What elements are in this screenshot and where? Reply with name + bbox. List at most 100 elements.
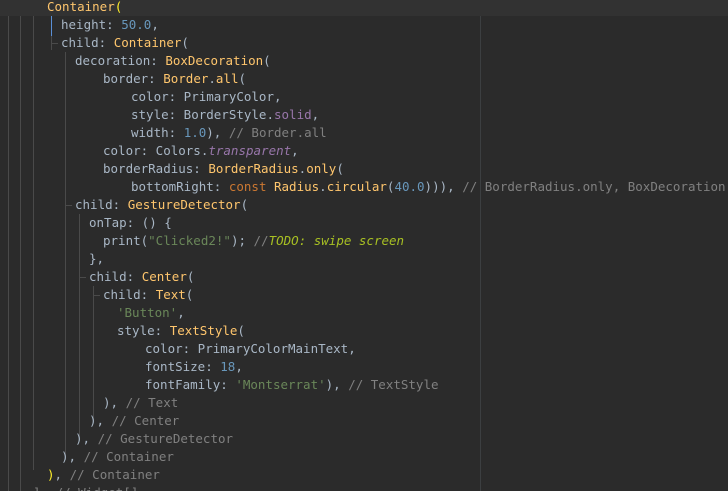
code-token: ( xyxy=(336,161,344,176)
code-line[interactable]: borderRadius: BorderRadius.only( xyxy=(0,160,728,178)
code-token: Text xyxy=(155,287,186,302)
code-token: TextStyle xyxy=(169,323,238,338)
code-line[interactable]: 'Button', xyxy=(0,304,728,322)
code-token: Center xyxy=(141,269,187,284)
code-token: child: xyxy=(89,269,142,284)
code-token: // Border.all xyxy=(228,125,327,140)
code-editor[interactable]: Container(height: 50.0, child: Container(… xyxy=(0,0,728,491)
code-token: Container xyxy=(47,0,115,14)
code-token: . xyxy=(319,179,327,194)
code-line[interactable]: print("Clicked2!"); //TODO: swipe screen xyxy=(0,232,728,250)
code-token: // Text xyxy=(125,395,179,410)
code-line[interactable]: height: 50.0, xyxy=(0,16,728,34)
code-token: ), xyxy=(103,395,126,410)
code-token: color: PrimaryColor, xyxy=(131,89,282,104)
code-token: // Container xyxy=(83,449,174,464)
code-token: ); xyxy=(230,233,254,248)
code-line[interactable]: child: Center( xyxy=(0,268,728,286)
code-token: // TextStyle xyxy=(348,377,439,392)
code-token: BoxDecoration xyxy=(165,53,264,68)
code-token: ], // Widget[] xyxy=(33,485,138,491)
code-line[interactable]: }, xyxy=(0,250,728,268)
code-line[interactable]: onTap: () { xyxy=(0,214,728,232)
code-token: 'Button' xyxy=(117,305,178,320)
code-line[interactable]: fontFamily: 'Montserrat'), // TextStyle xyxy=(0,376,728,394)
code-line[interactable]: style: BorderStyle.solid, xyxy=(0,106,728,124)
code-token: child: xyxy=(103,287,156,302)
code-token: , xyxy=(235,359,243,374)
code-line[interactable]: child: Text( xyxy=(0,286,728,304)
code-token: TODO: swipe screen xyxy=(268,233,405,248)
code-token: only xyxy=(306,161,337,176)
code-token: , xyxy=(291,143,299,158)
code-line[interactable]: width: 1.0), // Border.all xyxy=(0,124,728,142)
code-token: Container xyxy=(113,35,182,50)
code-token: width: xyxy=(131,125,184,140)
code-token: Border xyxy=(163,71,209,86)
code-token: 50.0 xyxy=(121,17,152,32)
code-token: , xyxy=(311,107,320,122)
code-token: circular xyxy=(326,179,387,194)
code-token: ), xyxy=(89,413,112,428)
code-line[interactable]: ), // Center xyxy=(0,412,728,430)
code-token: // BorderRadius.only, BoxDecoration xyxy=(462,179,726,194)
code-token: solid xyxy=(274,107,312,122)
code-token: ), xyxy=(325,377,349,392)
code-line[interactable]: color: PrimaryColorMainText, xyxy=(0,340,728,358)
code-token: "Clicked2!" xyxy=(148,233,231,248)
code-token: ( xyxy=(185,287,194,302)
code-token: fontSize: xyxy=(145,359,221,374)
code-token: ( xyxy=(240,197,249,212)
code-token: height: xyxy=(61,17,122,32)
code-token: // GestureDetector xyxy=(97,431,234,446)
code-token: bottomRight: xyxy=(131,179,229,194)
code-token: print( xyxy=(103,233,149,248)
code-token: decoration: xyxy=(75,53,166,68)
code-token: 'Montserrat' xyxy=(235,377,326,392)
code-token: , xyxy=(54,467,70,482)
code-token: all xyxy=(215,71,239,86)
code-token: fontFamily: xyxy=(145,377,236,392)
code-token: }, xyxy=(89,251,105,266)
code-line[interactable]: fontSize: 18, xyxy=(0,358,728,376)
code-token: GestureDetector xyxy=(127,197,241,212)
code-token: ( xyxy=(263,53,271,68)
code-token: 1.0 xyxy=(183,125,207,140)
code-token: ( xyxy=(238,71,247,86)
code-token: color: Colors. xyxy=(103,143,209,158)
code-token: child: xyxy=(61,35,114,50)
code-token: style: BorderStyle. xyxy=(131,107,274,122)
code-line[interactable]: Container( xyxy=(0,0,728,16)
code-line[interactable]: ), // Container xyxy=(0,448,728,466)
code-token: ), xyxy=(75,431,98,446)
code-line[interactable]: ), // Text xyxy=(0,394,728,412)
code-token: ( xyxy=(237,323,245,338)
code-token: // xyxy=(253,233,269,248)
code-token: , xyxy=(151,17,159,32)
code-token: BorderRadius xyxy=(208,161,299,176)
code-line[interactable]: color: PrimaryColor, xyxy=(0,88,728,106)
code-line[interactable]: ], // Widget[] xyxy=(0,484,728,491)
code-line[interactable]: child: Container( xyxy=(0,34,728,52)
code-token: ( xyxy=(181,35,189,50)
code-line[interactable]: ), // Container xyxy=(0,466,728,484)
code-token: ))), xyxy=(424,179,463,194)
code-line[interactable]: color: Colors.transparent, xyxy=(0,142,728,160)
code-line[interactable]: decoration: BoxDecoration( xyxy=(0,52,728,70)
code-token: , xyxy=(177,305,185,320)
code-token: child: xyxy=(75,197,128,212)
code-token: . xyxy=(208,71,216,86)
code-token: onTap: () { xyxy=(89,215,172,230)
code-line[interactable]: style: TextStyle( xyxy=(0,322,728,340)
code-line[interactable]: child: GestureDetector( xyxy=(0,196,728,214)
code-token: style: xyxy=(117,323,170,338)
code-line[interactable]: bottomRight: const Radius.circular(40.0)… xyxy=(0,178,728,196)
code-line[interactable]: border: Border.all( xyxy=(0,70,728,88)
code-token: border: xyxy=(103,71,164,86)
code-token: transparent xyxy=(208,143,292,158)
code-token: 40.0 xyxy=(394,179,425,194)
code-token: borderRadius: xyxy=(103,161,209,176)
code-token: color: PrimaryColorMainText, xyxy=(145,341,356,356)
code-line[interactable]: ), // GestureDetector xyxy=(0,430,728,448)
code-token: ), xyxy=(206,125,229,140)
